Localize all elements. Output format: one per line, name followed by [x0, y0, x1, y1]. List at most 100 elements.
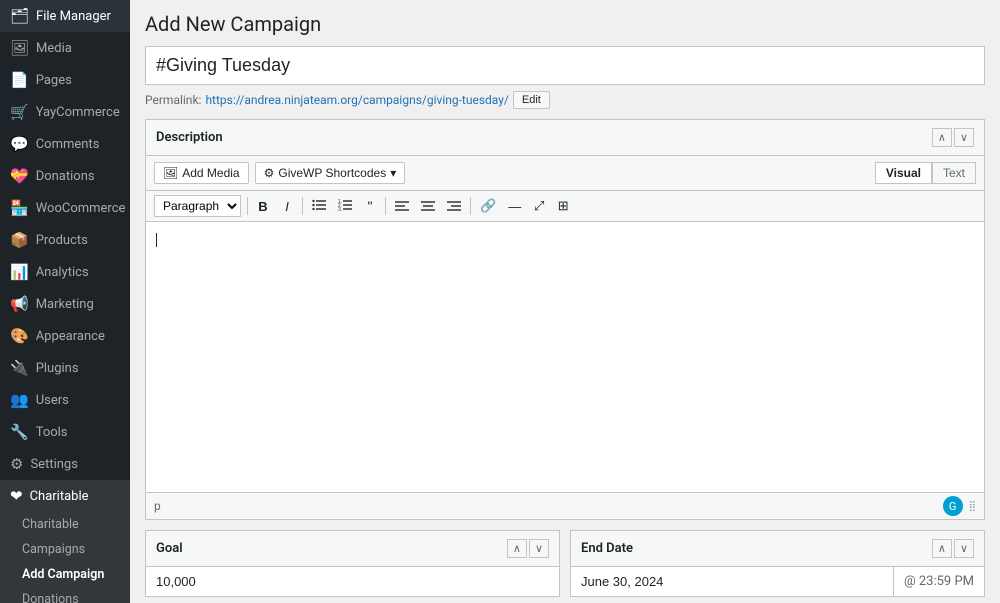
link-button[interactable]: 🔗 [475, 196, 501, 216]
align-center-icon [421, 199, 435, 214]
collapse-up-button[interactable]: ∧ [932, 128, 952, 147]
sidebar-item-pages[interactable]: 📄 Pages [0, 64, 130, 96]
sidebar-sub-item-campaigns[interactable]: Campaigns [0, 537, 130, 562]
format-toolbar: Paragraph Heading 1 Heading 2 Heading 3 … [146, 191, 984, 222]
users-icon: 👥 [10, 391, 29, 409]
sidebar-item-label: Marketing [36, 297, 94, 312]
end-date-row: @ 23:59 PM [571, 567, 984, 596]
description-section: Description ∧ ∨ 🖼 Add Media ⚙ GiveWP Sho… [145, 119, 985, 520]
ordered-list-button[interactable]: 1.2.3. [333, 197, 357, 216]
donations-icon: 💝 [10, 167, 29, 185]
bottom-sections-row: Goal ∧ ∨ End Date ∧ ∨ @ 23:59 PM [145, 530, 985, 597]
permalink-row: Permalink: https://andrea.ninjateam.org/… [145, 91, 985, 109]
sidebar-item-file-manager[interactable]: 🗂 File Manager [0, 0, 130, 32]
italic-button[interactable]: I [276, 197, 298, 216]
sidebar-sub-item-donations[interactable]: Donations [0, 587, 130, 603]
shortcodes-label: GiveWP Shortcodes [278, 166, 386, 180]
sidebar-item-label: Donations [36, 169, 95, 184]
permalink-edit-button[interactable]: Edit [513, 91, 550, 109]
link-icon: 🔗 [480, 198, 496, 213]
sidebar-item-label: Products [36, 233, 88, 248]
description-section-title: Description [156, 130, 223, 145]
format-separator-2 [302, 197, 303, 215]
goal-input[interactable] [146, 567, 559, 596]
givewp-editor-icon[interactable]: G [943, 496, 963, 516]
sidebar-item-appearance[interactable]: 🎨 Appearance [0, 320, 130, 352]
align-center-button[interactable] [416, 197, 440, 216]
givewp-icon-letter: G [949, 500, 957, 513]
sidebar-item-settings[interactable]: ⚙ Settings [0, 448, 130, 480]
page-title: Add New Campaign [145, 12, 985, 36]
horizontal-rule-button[interactable]: — [503, 197, 526, 216]
italic-icon: I [285, 199, 289, 214]
paragraph-select[interactable]: Paragraph Heading 1 Heading 2 Heading 3 [154, 195, 241, 217]
sidebar-item-label: Plugins [36, 361, 79, 376]
permalink-link[interactable]: https://andrea.ninjateam.org/campaigns/g… [205, 93, 508, 107]
add-media-label: Add Media [182, 166, 239, 180]
editor-path: p [154, 499, 161, 513]
sidebar-sub-item-charitable[interactable]: Charitable [0, 512, 130, 537]
end-date-collapse-buttons: ∧ ∨ [932, 539, 974, 558]
sidebar-item-marketing[interactable]: 📢 Marketing [0, 288, 130, 320]
align-right-button[interactable] [442, 197, 466, 216]
sidebar-item-label: Appearance [36, 329, 105, 344]
hr-icon: — [508, 199, 521, 214]
goal-collapse-down-button[interactable]: ∨ [529, 539, 549, 558]
sidebar-item-products[interactable]: 📦 Products [0, 224, 130, 256]
sidebar-item-comments[interactable]: 💬 Comments [0, 128, 130, 160]
sidebar-item-analytics[interactable]: 📊 Analytics [0, 256, 130, 288]
end-date-collapse-down-button[interactable]: ∨ [954, 539, 974, 558]
sidebar-item-label: Charitable [30, 489, 89, 504]
sidebar-item-charitable[interactable]: ❤ Charitable [0, 480, 130, 512]
bold-icon: B [258, 199, 267, 214]
comments-icon: 💬 [10, 135, 29, 153]
svg-text:3.: 3. [338, 207, 342, 211]
media-icon: 🖼 [10, 39, 29, 57]
goal-collapse-up-button[interactable]: ∧ [507, 539, 527, 558]
shortcodes-icon: ⚙ [264, 166, 275, 180]
blockquote-button[interactable]: " [359, 196, 381, 216]
sidebar-sub-item-add-campaign[interactable]: Add Campaign [0, 562, 130, 587]
unordered-list-button[interactable] [307, 197, 331, 216]
marketing-icon: 📢 [10, 295, 29, 313]
align-left-button[interactable] [390, 197, 414, 216]
sidebar-item-tools[interactable]: 🔧 Tools [0, 416, 130, 448]
end-date-section-title: End Date [581, 541, 633, 556]
submenu-label: Donations [22, 592, 79, 603]
goal-section-title: Goal [156, 541, 183, 556]
sidebar-item-woocommerce[interactable]: 🏪 WooCommerce [0, 192, 130, 224]
ul-icon [312, 199, 326, 214]
sidebar-item-label: Analytics [36, 265, 89, 280]
sidebar-item-media[interactable]: 🖼 Media [0, 32, 130, 64]
shortcodes-button[interactable]: ⚙ GiveWP Shortcodes ▾ [255, 162, 406, 184]
permalink-label: Permalink: [145, 93, 201, 107]
sidebar-item-yaycommerce[interactable]: 🛒 YayCommerce [0, 96, 130, 128]
tab-visual[interactable]: Visual [875, 162, 932, 184]
resize-handle[interactable]: ⣿ [969, 501, 976, 512]
campaign-title-input[interactable] [145, 46, 985, 85]
sidebar-item-plugins[interactable]: 🔌 Plugins [0, 352, 130, 384]
sidebar-item-users[interactable]: 👥 Users [0, 384, 130, 416]
sidebar: 🗂 File Manager 🖼 Media 📄 Pages 🛒 YayComm… [0, 0, 130, 603]
blockquote-icon: " [368, 198, 373, 214]
woocommerce-icon: 🏪 [10, 199, 29, 217]
collapse-down-button[interactable]: ∨ [954, 128, 974, 147]
analytics-icon: 📊 [10, 263, 29, 281]
collapse-buttons: ∧ ∨ [932, 128, 974, 147]
appearance-icon: 🎨 [10, 327, 29, 345]
tab-text[interactable]: Text [932, 162, 976, 184]
table-button[interactable]: ⊞ [552, 196, 574, 216]
end-date-input[interactable] [571, 567, 893, 596]
fullscreen-button[interactable]: ⤢ [528, 196, 550, 216]
format-separator-4 [470, 197, 471, 215]
editor-content-area[interactable] [146, 222, 984, 492]
bold-button[interactable]: B [252, 197, 274, 216]
visual-text-tabs: Visual Text [875, 162, 976, 184]
charitable-icon: ❤ [10, 487, 23, 505]
submenu-label: Charitable [22, 517, 79, 532]
sidebar-item-donations[interactable]: 💝 Donations [0, 160, 130, 192]
add-media-button[interactable]: 🖼 Add Media [154, 162, 249, 184]
end-date-collapse-up-button[interactable]: ∧ [932, 539, 952, 558]
submenu-label: Campaigns [22, 542, 85, 557]
ol-icon: 1.2.3. [338, 199, 352, 214]
